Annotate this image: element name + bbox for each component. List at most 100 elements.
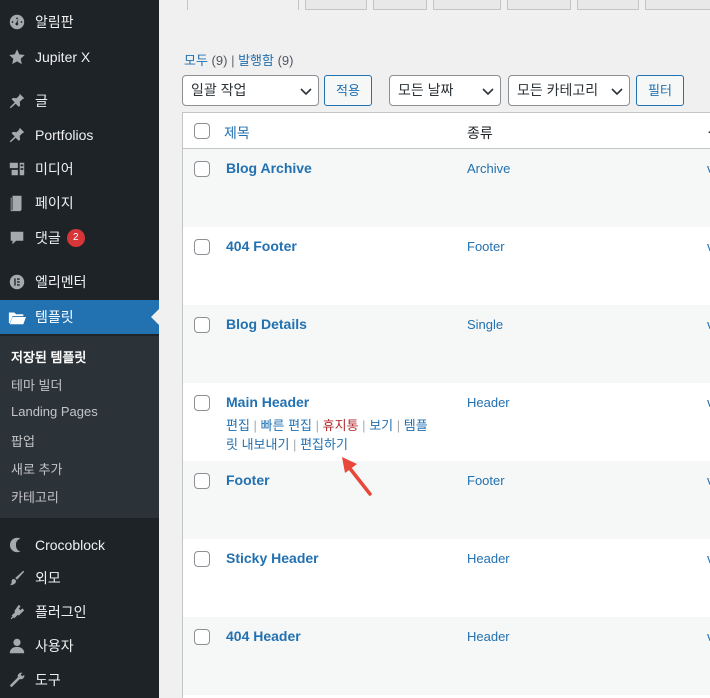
menu-dashboard[interactable]: 알림판 bbox=[0, 5, 159, 39]
row-checkbox[interactable] bbox=[194, 395, 210, 411]
chevron-down-icon bbox=[300, 88, 312, 96]
menu-posts[interactable]: 글 bbox=[0, 84, 159, 118]
category-filter-value: 모든 카테고리 bbox=[517, 82, 599, 98]
bulk-action-select[interactable]: 일괄 작업 bbox=[182, 75, 319, 106]
page-icon bbox=[7, 193, 27, 213]
submenu-theme-builder[interactable]: 테마 빌더 bbox=[11, 375, 62, 394]
apply-button[interactable]: 적용 bbox=[324, 75, 372, 106]
admin-sidebar: 알림판 Jupiter X 글 Portfolios 미디어 페이지 댓글 2 … bbox=[0, 0, 159, 698]
tab[interactable] bbox=[577, 0, 639, 10]
templates-submenu: 저장된 템플릿 테마 빌더 Landing Pages 팝업 새로 추가 카테고… bbox=[0, 336, 159, 518]
menu-comments[interactable]: 댓글 2 bbox=[0, 221, 159, 255]
table-row: Main Header Header v 편집 | 빠른 편집 | 휴지통 | … bbox=[183, 383, 710, 461]
date-filter-value: 모든 날짜 bbox=[398, 82, 454, 98]
menu-label: Crocoblock bbox=[35, 537, 106, 553]
action-separator: | bbox=[293, 437, 297, 452]
tab[interactable] bbox=[305, 0, 367, 10]
template-title-link[interactable]: Blog Archive bbox=[226, 160, 312, 176]
template-type-link[interactable]: Header bbox=[467, 629, 510, 644]
action-separator: | bbox=[253, 418, 257, 433]
view-action[interactable]: 보기 bbox=[369, 418, 393, 433]
menu-crocoblock[interactable]: Crocoblock bbox=[0, 528, 159, 562]
pin-icon bbox=[7, 91, 27, 111]
menu-label: 댓글 bbox=[35, 230, 61, 246]
template-title-link[interactable]: Sticky Header bbox=[226, 550, 319, 566]
menu-portfolios[interactable]: Portfolios bbox=[0, 118, 159, 152]
action-separator: | bbox=[362, 418, 366, 433]
table-row: 404 Footer Footer v bbox=[183, 227, 710, 305]
trash-action[interactable]: 휴지통 bbox=[323, 418, 359, 433]
submenu-add-new[interactable]: 새로 추가 bbox=[11, 459, 62, 478]
view-published-link[interactable]: 발행함 bbox=[238, 53, 274, 68]
template-title-link[interactable]: Blog Details bbox=[226, 316, 307, 332]
view-all-count: (9) bbox=[211, 53, 228, 68]
brush-icon bbox=[7, 568, 27, 588]
tab[interactable] bbox=[507, 0, 571, 10]
status-views: 모두 (9) | 발행함 (9) bbox=[184, 50, 293, 69]
menu-tools[interactable]: 도구 bbox=[0, 663, 159, 697]
row-checkbox[interactable] bbox=[194, 551, 210, 567]
tab[interactable] bbox=[645, 0, 710, 10]
folder-icon bbox=[7, 307, 27, 327]
filter-button[interactable]: 필터 bbox=[636, 75, 684, 106]
view-all-link[interactable]: 모두 bbox=[184, 53, 208, 68]
menu-label: 외모 bbox=[35, 570, 61, 586]
menu-label: 엘리멘터 bbox=[35, 274, 87, 290]
views-separator: | bbox=[231, 53, 235, 68]
template-title-link[interactable]: Main Header bbox=[226, 394, 309, 410]
menu-label: 템플릿 bbox=[35, 309, 74, 325]
template-title-link[interactable]: 404 Footer bbox=[226, 238, 297, 254]
menu-media[interactable]: 미디어 bbox=[0, 152, 159, 186]
template-type-link[interactable]: Single bbox=[467, 317, 503, 332]
select-all-checkbox[interactable] bbox=[194, 123, 210, 139]
tab[interactable] bbox=[373, 0, 427, 10]
submenu-landing-pages[interactable]: Landing Pages bbox=[11, 404, 98, 419]
chevron-down-icon bbox=[482, 88, 494, 96]
menu-label: 도구 bbox=[35, 672, 61, 688]
template-title-link[interactable]: Footer bbox=[226, 472, 270, 488]
date-filter-select[interactable]: 모든 날짜 bbox=[389, 75, 501, 106]
templates-table: 제목 종류 · Blog Archive Archive v 404 Foote… bbox=[182, 112, 710, 698]
quick-edit-action[interactable]: 빠른 편집 bbox=[261, 418, 312, 433]
template-type-link[interactable]: Archive bbox=[467, 161, 510, 176]
row-checkbox[interactable] bbox=[194, 239, 210, 255]
menu-users[interactable]: 사용자 bbox=[0, 629, 159, 663]
menu-elementor[interactable]: 엘리멘터 bbox=[0, 265, 159, 299]
template-type-tabs bbox=[159, 0, 710, 12]
tab-current[interactable] bbox=[187, 0, 299, 10]
row-checkbox[interactable] bbox=[194, 161, 210, 177]
menu-appearance[interactable]: 외모 bbox=[0, 561, 159, 595]
menu-label: Jupiter X bbox=[35, 49, 91, 65]
table-row: Sticky Header Header v bbox=[183, 539, 710, 617]
edit-action[interactable]: 편집 bbox=[226, 418, 250, 433]
menu-templates[interactable]: 템플릿 bbox=[0, 300, 159, 334]
menu-label: 페이지 bbox=[35, 195, 74, 211]
view-published-count: (9) bbox=[277, 53, 294, 68]
pin-icon bbox=[7, 125, 27, 145]
template-type-link[interactable]: Header bbox=[467, 551, 510, 566]
menu-plugins[interactable]: 플러그인 bbox=[0, 595, 159, 629]
row-checkbox[interactable] bbox=[194, 317, 210, 333]
column-title[interactable]: 제목 bbox=[224, 123, 250, 143]
menu-label: 글 bbox=[35, 93, 48, 109]
row-checkbox[interactable] bbox=[194, 629, 210, 645]
comment-icon bbox=[7, 228, 27, 248]
template-type-link[interactable]: Footer bbox=[467, 473, 505, 488]
crocoblock-icon bbox=[7, 535, 27, 555]
template-type-link[interactable]: Footer bbox=[467, 239, 505, 254]
menu-jupiter-x[interactable]: Jupiter X bbox=[0, 40, 159, 74]
submenu-saved-templates[interactable]: 저장된 템플릿 bbox=[11, 347, 86, 366]
submenu-categories[interactable]: 카테고리 bbox=[11, 487, 59, 506]
template-type-link[interactable]: Header bbox=[467, 395, 510, 410]
user-icon bbox=[7, 636, 27, 656]
category-filter-select[interactable]: 모든 카테고리 bbox=[508, 75, 630, 106]
media-icon bbox=[7, 159, 27, 179]
edit-with-elementor-action[interactable]: 편집하기 bbox=[300, 437, 348, 452]
row-checkbox[interactable] bbox=[194, 473, 210, 489]
template-title-link[interactable]: 404 Header bbox=[226, 628, 301, 644]
action-separator: | bbox=[315, 418, 320, 433]
menu-label: 플러그인 bbox=[35, 604, 87, 620]
tab[interactable] bbox=[433, 0, 501, 10]
menu-pages[interactable]: 페이지 bbox=[0, 186, 159, 220]
submenu-popups[interactable]: 팝업 bbox=[11, 431, 35, 450]
